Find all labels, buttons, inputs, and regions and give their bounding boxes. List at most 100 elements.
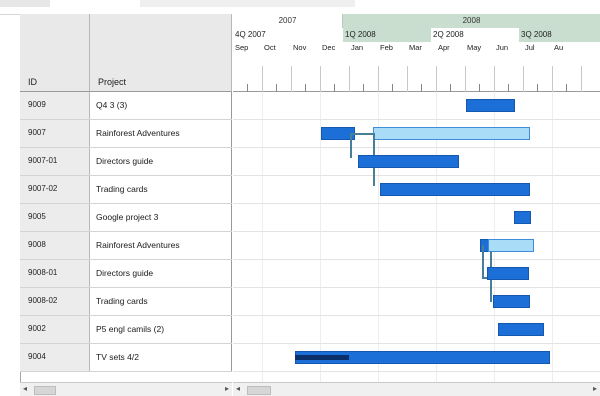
tick (291, 66, 292, 92)
dependency-link (482, 245, 484, 278)
row-id-cell: 9008-01 (20, 260, 90, 287)
scroll-thumb[interactable] (34, 386, 56, 395)
task-progress (295, 355, 349, 360)
timeline-ticks (233, 66, 600, 92)
row-project: Rainforest Adventures (96, 128, 180, 138)
row-id: 9005 (28, 212, 46, 221)
row-id-cell: 9007-01 (20, 148, 90, 175)
table-row[interactable]: 9008-01 Directors guide (20, 260, 232, 288)
row-id: 9008-02 (28, 296, 58, 305)
month-label: Jun (496, 43, 509, 52)
row-project: P5 engl camils (2) (96, 324, 165, 334)
row-line (233, 315, 600, 316)
scroll-left-icon[interactable]: ◂ (23, 384, 27, 393)
table-row[interactable]: 9008-02 Trading cards (20, 288, 232, 316)
top-toolbar-strip (0, 0, 600, 15)
row-id: 9007 (28, 128, 46, 137)
minor-tick (363, 84, 364, 92)
project-table: ID Project 9009 Q4 3 (3) 9007 Rainforest… (20, 14, 232, 382)
row-id-cell: 9007 (20, 120, 90, 147)
month-label: Jan (351, 43, 364, 52)
row-project-cell: Directors guide (90, 148, 232, 175)
tick (581, 66, 582, 92)
column-header-project[interactable]: Project (90, 14, 232, 92)
row-line (233, 175, 600, 176)
scroll-thumb[interactable] (247, 386, 271, 395)
quarter-label: 3Q 2008 (519, 28, 600, 42)
gantt-chart: 2007 2008 4Q 2007 1Q 2008 2Q 2008 3Q 200… (233, 14, 600, 382)
table-row[interactable]: 9009 Q4 3 (3) (20, 92, 232, 120)
tick (436, 66, 437, 92)
tick (378, 66, 379, 92)
column-header-id[interactable]: ID (20, 14, 90, 92)
row-project: Rainforest Adventures (96, 240, 180, 250)
year-label-2007: 2007 (233, 14, 343, 28)
chart-scrollbar[interactable]: ◂ ▸ (233, 382, 600, 396)
tick (465, 66, 466, 92)
row-project-cell: Google project 3 (90, 204, 232, 231)
row-project-cell: Trading cards (90, 288, 232, 315)
scroll-left-icon[interactable]: ◂ (236, 384, 240, 393)
row-line (233, 371, 600, 372)
table-row[interactable]: 9008 Rainforest Adventures (20, 232, 232, 260)
row-project: Google project 3 (96, 212, 159, 222)
row-line (233, 287, 600, 288)
row-id: 9008 (28, 240, 46, 249)
tick (262, 66, 263, 92)
scroll-right-icon[interactable]: ▸ (593, 384, 597, 393)
table-row[interactable]: 9007 Rainforest Adventures (20, 120, 232, 148)
task-bar[interactable] (488, 239, 534, 252)
tick (494, 66, 495, 92)
table-row[interactable]: 9004 TV sets 4/2 (20, 344, 232, 372)
minor-tick (479, 84, 480, 92)
month-label: Nov (293, 43, 307, 52)
row-project: Q4 3 (3) (96, 100, 128, 110)
column-header-project-label: Project (98, 77, 127, 87)
gantt-window: ID Project 9009 Q4 3 (3) 9007 Rainforest… (0, 0, 600, 396)
task-bar[interactable] (514, 211, 531, 224)
toolbar-tab[interactable] (0, 0, 50, 7)
task-bar[interactable] (373, 127, 530, 140)
month-label: May (467, 43, 482, 52)
task-bar[interactable] (493, 295, 530, 308)
minor-tick (508, 84, 509, 92)
minor-tick (537, 84, 538, 92)
row-project-cell: Rainforest Adventures (90, 120, 232, 147)
month-label: Feb (380, 43, 393, 52)
scroll-right-icon[interactable]: ▸ (225, 384, 229, 393)
tick (349, 66, 350, 92)
minor-tick (247, 84, 248, 92)
row-line (233, 259, 600, 260)
tick (407, 66, 408, 92)
minor-tick (566, 84, 567, 92)
table-row[interactable]: 9007-02 Trading cards (20, 176, 232, 204)
row-project-cell: Trading cards (90, 176, 232, 203)
table-row[interactable]: 9007-01 Directors guide (20, 148, 232, 176)
timeline-header: 2007 2008 4Q 2007 1Q 2008 2Q 2008 3Q 200… (233, 14, 600, 92)
row-line (233, 147, 600, 148)
row-project-cell: Rainforest Adventures (90, 232, 232, 259)
table-row[interactable]: 9005 Google project 3 (20, 204, 232, 232)
row-id: 9008-01 (28, 268, 58, 277)
task-bar[interactable] (487, 267, 529, 280)
toolbar-tab[interactable] (140, 0, 355, 7)
minor-tick (421, 84, 422, 92)
row-project: Trading cards (96, 184, 148, 194)
minor-tick (276, 84, 277, 92)
dependency-link (350, 133, 352, 158)
row-project-cell: Q4 3 (3) (90, 92, 232, 119)
row-line (233, 343, 600, 344)
task-bar[interactable] (358, 155, 459, 168)
table-scrollbar[interactable]: ◂ ▸ (20, 382, 232, 396)
table-row[interactable]: 9002 P5 engl camils (2) (20, 316, 232, 344)
minor-tick (450, 84, 451, 92)
task-bar[interactable] (498, 323, 544, 336)
grid-line (552, 92, 553, 382)
month-label: Jul (525, 43, 535, 52)
tick (552, 66, 553, 92)
minor-tick (334, 84, 335, 92)
task-bar[interactable] (466, 99, 515, 112)
grid-line (262, 92, 263, 382)
row-project: Trading cards (96, 296, 148, 306)
task-bar[interactable] (380, 183, 530, 196)
